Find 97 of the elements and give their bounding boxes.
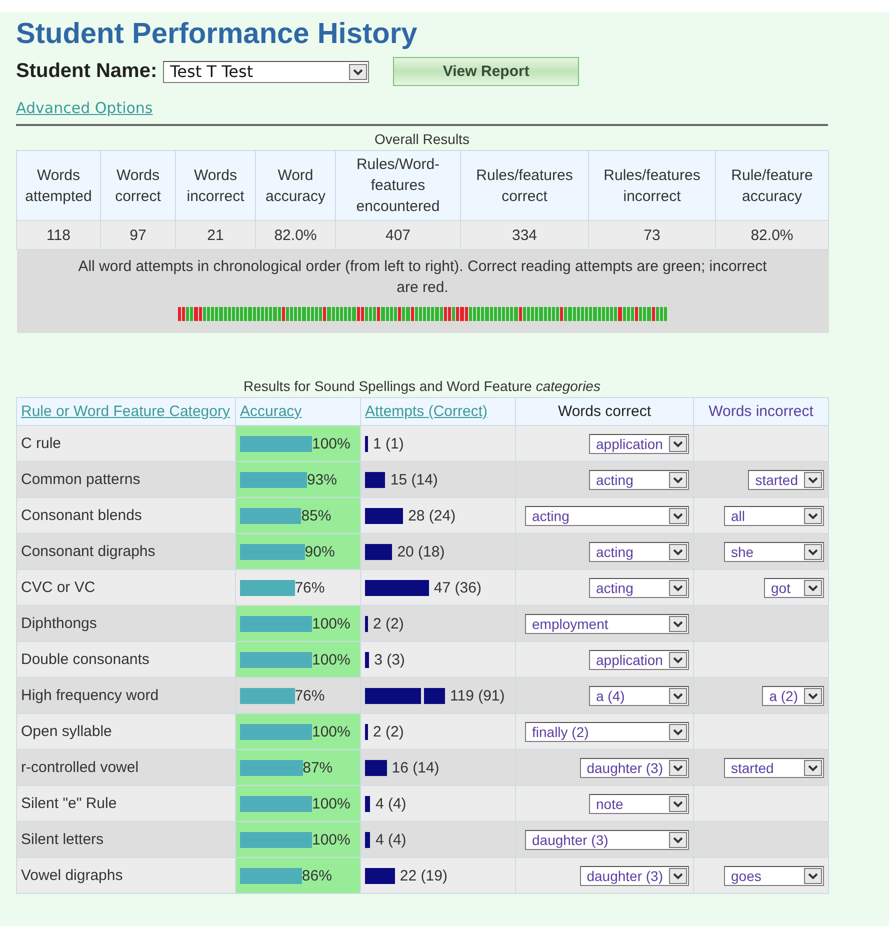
- category-cell: Silent letters: [16, 822, 236, 858]
- accuracy-bar: [240, 436, 312, 452]
- accuracy-value: 85%: [301, 507, 332, 524]
- table-cell: 407: [336, 220, 460, 250]
- attempts-value: 4 (4): [375, 795, 406, 812]
- attempts-value: 20 (18): [397, 543, 445, 560]
- accuracy-value: 87%: [302, 759, 333, 776]
- student-name-label: Student Name:: [16, 60, 158, 83]
- word-dropdown[interactable]: daughter (3): [580, 866, 689, 886]
- word-dropdown[interactable]: acting: [589, 542, 689, 562]
- column-header: Rule/feature accuracy: [716, 150, 828, 220]
- category-cell: Open syllable: [16, 714, 236, 750]
- word-dropdown[interactable]: a (4): [589, 686, 689, 706]
- chronology-note: All word attempts in chronological order (from left to right). Correct reading attempts are green; incorrect are red.: [78, 258, 767, 296]
- column-header: Rules/Word-features encountered: [336, 150, 460, 220]
- table-cell: 82.0%: [716, 220, 828, 250]
- table-cell: 118: [16, 220, 100, 250]
- word-dropdown[interactable]: application: [589, 434, 689, 454]
- word-dropdown[interactable]: acting: [589, 578, 689, 598]
- column-header: Words incorrect: [176, 150, 256, 220]
- word-dropdown[interactable]: a (2): [762, 686, 824, 706]
- attempts-value: 22 (19): [400, 867, 448, 884]
- accuracy-value: 100%: [312, 795, 350, 812]
- accuracy-bar: [240, 688, 295, 704]
- attempts-value: 28 (24): [408, 507, 456, 524]
- column-header: Words incorrect: [708, 403, 814, 420]
- attempts-value: 47 (36): [434, 579, 482, 596]
- accuracy-value: 76%: [294, 579, 325, 596]
- page-title: Student Performance History: [16, 18, 418, 51]
- word-dropdown[interactable]: daughter (3): [580, 758, 689, 778]
- accuracy-value: 86%: [302, 867, 332, 884]
- column-header: Rules/features incorrect: [588, 150, 716, 220]
- column-header: Words correct: [558, 403, 652, 420]
- word-dropdown[interactable]: got: [764, 578, 824, 598]
- accuracy-bar: [240, 868, 302, 884]
- table-cell: 73: [588, 220, 716, 250]
- accuracy-value: 100%: [312, 651, 350, 668]
- table-caption: Overall Results: [374, 130, 470, 149]
- accuracy-value: 76%: [294, 687, 325, 704]
- accuracy-value: 100%: [312, 723, 350, 740]
- accuracy-bar: [240, 508, 302, 524]
- attempts-value: 3 (3): [374, 651, 405, 668]
- word-dropdown[interactable]: goes: [724, 866, 824, 886]
- accuracy-value: 90%: [304, 543, 335, 560]
- table-caption: Results for Sound Spellings and Word Feature categories: [242, 377, 602, 396]
- column-header: Words attempted: [16, 150, 100, 220]
- accuracy-value: 100%: [312, 435, 350, 452]
- table-cell: 21: [176, 220, 256, 250]
- word-dropdown[interactable]: application: [589, 650, 689, 670]
- accuracy-value: 100%: [312, 615, 350, 632]
- word-dropdown[interactable]: acting: [525, 506, 689, 526]
- attempts-value: 4 (4): [375, 831, 406, 848]
- accuracy-bar: [240, 616, 312, 632]
- category-cell: Common patterns: [16, 462, 236, 498]
- accuracy-bar: [240, 760, 303, 776]
- accuracy-bar: [240, 796, 312, 812]
- table-cell: 334: [460, 220, 588, 250]
- category-cell: High frequency word: [16, 678, 236, 714]
- attempts-value: 2 (2): [373, 615, 404, 632]
- accuracy-bar: [240, 724, 312, 740]
- attempts-value: 16 (14): [392, 759, 440, 776]
- accuracy-bar: [240, 652, 312, 668]
- word-dropdown[interactable]: started: [748, 470, 824, 490]
- column-header: Word accuracy: [256, 150, 336, 220]
- category-cell: Silent "e" Rule: [16, 786, 236, 822]
- category-cell: r-controlled vowel: [16, 750, 236, 786]
- accuracy-value: 93%: [306, 471, 337, 488]
- table-cell: 82.0%: [256, 220, 336, 250]
- category-cell: Consonant digraphs: [16, 534, 236, 570]
- accuracy-value: 100%: [312, 831, 350, 848]
- attempts-value: 119 (91): [450, 687, 505, 704]
- student-dropdown[interactable]: Test T Test: [163, 60, 370, 82]
- word-dropdown[interactable]: she: [724, 542, 824, 562]
- attempts-value: 1 (1): [373, 435, 404, 452]
- category-cell: Double consonants: [16, 642, 236, 678]
- accuracy-bar: [240, 544, 305, 560]
- category-cell: CVC or VC: [16, 570, 236, 606]
- word-dropdown[interactable]: all: [724, 506, 824, 526]
- attempts-value: 2 (2): [373, 723, 404, 740]
- accuracy-bar: [240, 832, 312, 848]
- word-dropdown[interactable]: employment: [525, 614, 689, 634]
- table-cell: 97: [100, 220, 176, 250]
- column-header: Words correct: [100, 150, 176, 220]
- word-dropdown[interactable]: acting: [589, 470, 689, 490]
- word-dropdown[interactable]: finally (2): [525, 722, 689, 742]
- category-cell: Diphthongs: [16, 606, 236, 642]
- category-cell: Consonant blends: [16, 498, 236, 534]
- attempts-value: 15 (14): [390, 471, 438, 488]
- accuracy-bar: [240, 472, 307, 488]
- column-header: Rules/features correct: [460, 150, 588, 220]
- category-cell: C rule: [16, 426, 236, 462]
- view-report-button[interactable]: View Report: [393, 57, 580, 86]
- word-dropdown[interactable]: started: [724, 758, 824, 778]
- accuracy-bar: [240, 580, 295, 596]
- word-dropdown[interactable]: note: [589, 794, 689, 814]
- word-dropdown[interactable]: daughter (3): [525, 830, 689, 850]
- category-cell: Vowel digraphs: [16, 858, 236, 894]
